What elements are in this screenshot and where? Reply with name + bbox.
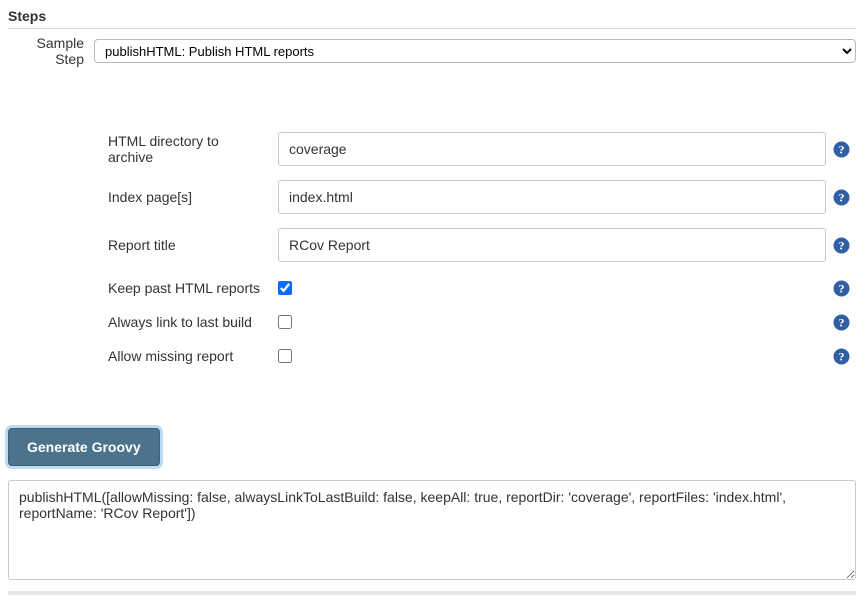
html-dir-row: HTML directory to archive ?	[8, 132, 856, 166]
help-icon[interactable]: ?	[833, 237, 850, 254]
help-icon[interactable]: ?	[833, 348, 850, 365]
keep-past-checkbox[interactable]	[278, 281, 292, 295]
always-link-checkbox[interactable]	[278, 315, 292, 329]
sample-step-select[interactable]: publishHTML: Publish HTML reports	[94, 39, 856, 63]
sample-step-label: Sample Step	[8, 35, 94, 67]
keep-past-row: Keep past HTML reports ?	[8, 276, 856, 300]
allow-missing-row: Allow missing report ?	[8, 344, 856, 368]
help-icon[interactable]: ?	[833, 314, 850, 331]
section-title: Steps	[8, 6, 856, 28]
report-title-input[interactable]	[278, 228, 826, 262]
keep-past-label: Keep past HTML reports	[8, 280, 278, 296]
generate-groovy-button[interactable]: Generate Groovy	[8, 428, 160, 466]
footer-bar	[8, 591, 856, 595]
html-dir-label: HTML directory to archive	[8, 133, 278, 165]
always-link-row: Always link to last build ?	[8, 310, 856, 334]
index-pages-row: Index page[s] ?	[8, 180, 856, 214]
svg-text:?: ?	[838, 238, 844, 252]
help-icon[interactable]: ?	[833, 141, 850, 158]
help-icon[interactable]: ?	[833, 189, 850, 206]
html-dir-input[interactable]	[278, 132, 826, 166]
svg-text:?: ?	[838, 142, 844, 156]
report-title-label: Report title	[8, 237, 278, 253]
index-pages-label: Index page[s]	[8, 189, 278, 205]
allow-missing-checkbox[interactable]	[278, 349, 292, 363]
svg-text:?: ?	[838, 349, 844, 363]
svg-text:?: ?	[838, 315, 844, 329]
svg-text:?: ?	[838, 190, 844, 204]
index-pages-input[interactable]	[278, 180, 826, 214]
help-icon[interactable]: ?	[833, 280, 850, 297]
always-link-label: Always link to last build	[8, 314, 278, 330]
allow-missing-label: Allow missing report	[8, 348, 278, 364]
groovy-output[interactable]	[8, 480, 856, 580]
report-title-row: Report title ?	[8, 228, 856, 262]
sample-step-row: Sample Step publishHTML: Publish HTML re…	[8, 35, 856, 67]
divider	[8, 28, 856, 29]
svg-text:?: ?	[838, 281, 844, 295]
